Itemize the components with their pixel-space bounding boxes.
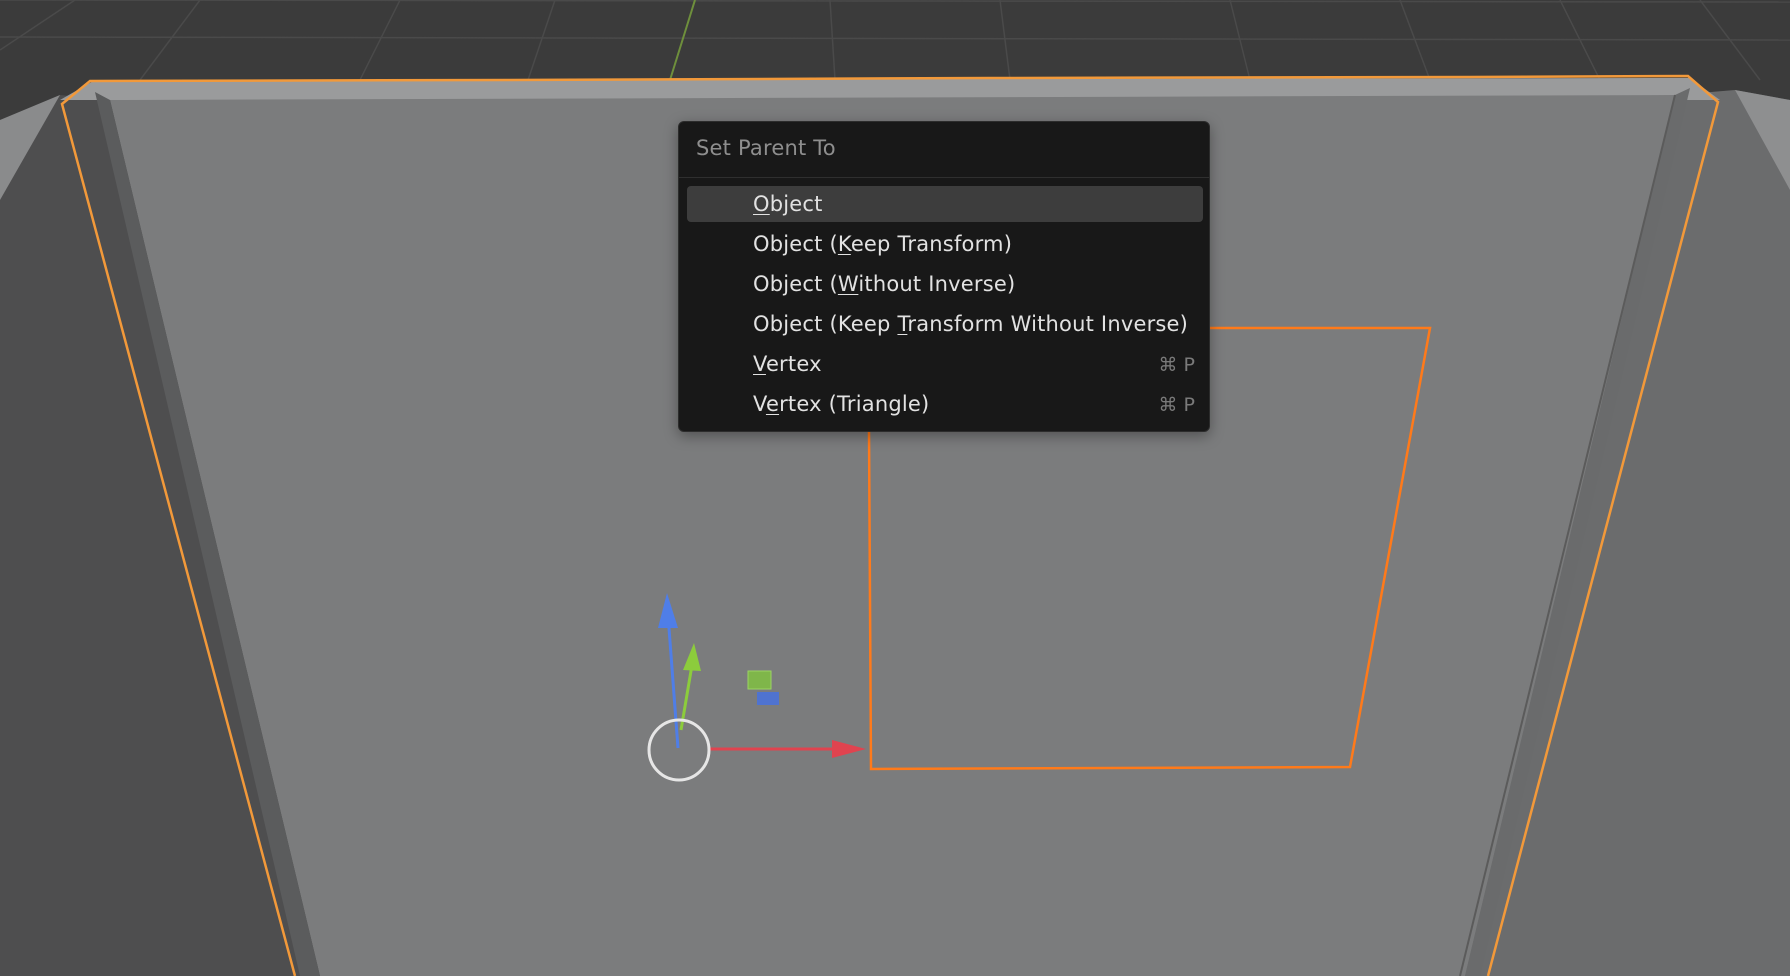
menu-item-label: Vertex (Triangle) (753, 392, 930, 416)
menu-item-object-keep-transform[interactable]: Object (Keep Transform) (687, 226, 1203, 262)
menu-item-shortcut: ⌘ P (1158, 354, 1196, 376)
menu-item-shortcut: ⌘ P (1158, 394, 1196, 416)
menu-item-object-without-inverse[interactable]: Object (Without Inverse) (687, 266, 1203, 302)
menu-separator (679, 177, 1209, 178)
menu-item-vertex[interactable]: Vertex ⌘ P (687, 346, 1203, 382)
menu-item-vertex-triangle[interactable]: Vertex (Triangle) ⌘ P (687, 386, 1203, 422)
gizmo-xz-plane-handle[interactable] (747, 670, 772, 690)
menu-item-label: Object (Keep Transform Without Inverse) (753, 312, 1189, 336)
menu-item-label: Object (Without Inverse) (753, 272, 1016, 296)
menu-item-object[interactable]: Object (687, 186, 1203, 222)
3d-viewport[interactable]: Set Parent To Object Object (Keep Transf… (0, 0, 1790, 976)
menu-item-object-keep-transform-without-inverse[interactable]: Object (Keep Transform Without Inverse) (687, 306, 1203, 342)
menu-item-label: Object (Keep Transform) (753, 232, 1013, 256)
menu-item-label: Object (753, 192, 823, 216)
gizmo-yz-plane-handle[interactable] (757, 692, 779, 705)
menu-title: Set Parent To (696, 136, 836, 160)
menu-item-label: Vertex (753, 352, 822, 376)
set-parent-menu: Set Parent To Object Object (Keep Transf… (678, 121, 1210, 432)
